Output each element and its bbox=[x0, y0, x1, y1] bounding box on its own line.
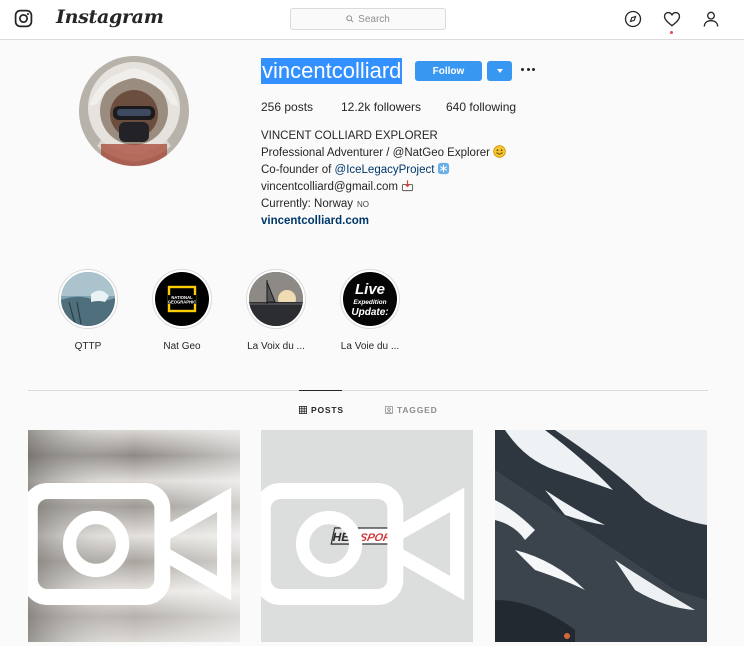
profile-icon[interactable] bbox=[701, 9, 721, 29]
posts-count: 256 posts bbox=[261, 100, 314, 114]
more-options-button[interactable] bbox=[521, 66, 535, 72]
tab-posts[interactable]: POSTS bbox=[299, 405, 344, 415]
post-thumbnail[interactable] bbox=[495, 430, 707, 642]
highlight-ring: NATIONAL GEOGRAPHIC bbox=[152, 269, 212, 329]
more-dot-icon bbox=[521, 67, 524, 71]
highlight-cover bbox=[249, 272, 303, 326]
suggested-accounts-button[interactable] bbox=[487, 61, 512, 81]
follow-button[interactable]: Follow bbox=[415, 61, 482, 81]
highlight-label: Nat Geo bbox=[163, 341, 201, 352]
highlight-cover: NATIONAL GEOGRAPHIC bbox=[155, 272, 209, 326]
tab-posts-label: POSTS bbox=[311, 405, 344, 415]
post-image bbox=[495, 430, 707, 642]
highlight-label: La Voie du ... bbox=[340, 341, 400, 352]
search-icon bbox=[346, 15, 354, 23]
chevron-down-icon bbox=[496, 69, 503, 73]
highlight-label: La Voix du ... bbox=[247, 341, 305, 352]
highlight-ring bbox=[58, 269, 118, 329]
highlight-art-text: Live bbox=[355, 281, 385, 298]
instagram-glyph-icon[interactable] bbox=[14, 9, 33, 28]
tagged-icon bbox=[385, 406, 393, 414]
top-nav: Instagram Search bbox=[0, 0, 744, 40]
highlight-cover bbox=[61, 272, 115, 326]
highlight-art-text: Expedition bbox=[353, 299, 386, 306]
tab-tagged-label: TAGGED bbox=[397, 405, 438, 415]
following-count[interactable]: 640 following bbox=[446, 100, 516, 114]
highlight-art-text: GEOGRAPHIC bbox=[168, 300, 197, 305]
website-link[interactable]: vincentcolliard.com bbox=[261, 213, 369, 230]
tab-tagged[interactable]: TAGGED bbox=[385, 405, 438, 415]
highlight-ring: Live Expedition Update: bbox=[340, 269, 400, 329]
highlight-item[interactable]: NATIONAL GEOGRAPHIC Nat Geo bbox=[142, 269, 222, 352]
bio-line: Co-founder of @IceLegacyProject bbox=[261, 162, 450, 179]
heart-icon[interactable] bbox=[662, 9, 682, 29]
smiling-face-icon bbox=[493, 145, 506, 158]
inbox-tray-icon bbox=[401, 180, 414, 192]
active-tab-indicator bbox=[299, 390, 342, 391]
highlight-label: QTTP bbox=[74, 341, 102, 352]
grid-icon bbox=[299, 406, 307, 414]
bio-line: Currently: Norway NO bbox=[261, 198, 370, 210]
profile-username: vincentcolliard bbox=[261, 58, 403, 84]
snowflake-icon bbox=[438, 162, 450, 175]
country-code: NO bbox=[357, 200, 370, 209]
avatar-photo bbox=[79, 56, 189, 166]
compass-icon[interactable] bbox=[623, 9, 643, 29]
search-placeholder: Search bbox=[358, 13, 390, 25]
ice-legacy-mention-link[interactable]: @IceLegacyProject bbox=[335, 164, 435, 176]
bio-line: vincentcolliard@gmail.com bbox=[261, 179, 414, 196]
more-dot-icon bbox=[532, 67, 535, 71]
bio-line: Professional Adventurer / @NatGeo Explor… bbox=[261, 145, 506, 162]
notification-dot bbox=[670, 31, 673, 34]
video-camera-icon bbox=[28, 483, 232, 605]
profile-avatar[interactable] bbox=[79, 56, 189, 166]
tabs-divider bbox=[28, 390, 708, 391]
instagram-logo[interactable]: Instagram bbox=[56, 6, 164, 28]
highlight-item[interactable]: La Voix du ... bbox=[236, 269, 316, 352]
highlight-item[interactable]: QTTP bbox=[48, 269, 128, 352]
more-dot-icon bbox=[526, 67, 530, 71]
highlight-cover: Live Expedition Update: bbox=[343, 272, 397, 326]
highlight-art-text: Update: bbox=[351, 307, 388, 318]
video-camera-icon bbox=[261, 483, 465, 605]
highlight-ring bbox=[246, 269, 306, 329]
followers-count[interactable]: 12.2k followers bbox=[341, 100, 421, 114]
highlight-item[interactable]: Live Expedition Update: La Voie du ... bbox=[330, 269, 410, 352]
post-thumbnail[interactable]: HEL SPORT bbox=[261, 430, 473, 642]
search-input[interactable]: Search bbox=[290, 8, 446, 30]
post-thumbnail[interactable] bbox=[28, 430, 240, 642]
profile-full-name: VINCENT COLLIARD EXPLORER bbox=[261, 130, 438, 142]
